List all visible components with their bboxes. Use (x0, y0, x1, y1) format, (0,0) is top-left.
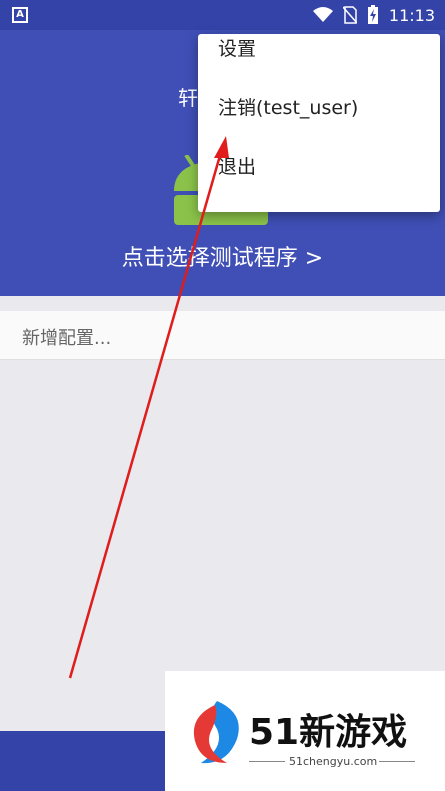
app-title: 轩 (178, 86, 198, 110)
no-sim-icon (342, 6, 357, 24)
watermark-divider-left (249, 761, 285, 762)
status-time: 11:13 (388, 5, 435, 25)
menu-item-logout[interactable]: 注销(test_user) (198, 93, 440, 152)
menu-item-settings[interactable]: 设置 (198, 34, 440, 93)
status-icons: 11:13 (312, 5, 435, 25)
watermark-logo (193, 701, 239, 764)
watermark: 51新游戏 51chengyu.com (165, 671, 445, 791)
watermark-site: 51chengyu.com (289, 755, 378, 768)
add-config-label: 新增配置... (22, 328, 112, 349)
overflow-menu: 设置 注销(test_user) 退出 (198, 34, 440, 212)
bottom-bar (0, 731, 165, 791)
notification-a-icon: A (12, 7, 28, 23)
status-bar: A 11:13 (0, 0, 445, 30)
watermark-brand: 51新游戏 (249, 712, 408, 753)
watermark-divider-right (379, 761, 415, 762)
wifi-icon (312, 7, 333, 22)
select-test-program-button[interactable]: 点击选择测试程序 > (0, 240, 445, 272)
add-config-row[interactable]: 新增配置... (0, 311, 445, 360)
battery-charging-icon (367, 5, 378, 24)
menu-item-exit[interactable]: 退出 (198, 152, 440, 211)
